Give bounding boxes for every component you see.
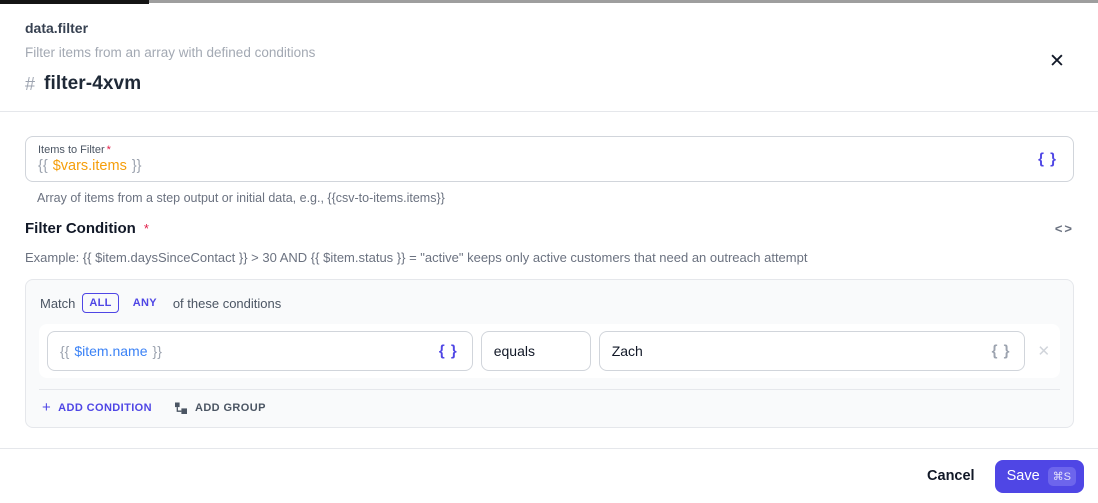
- expression-picker-icon[interactable]: { }: [1034, 151, 1061, 168]
- add-group-button[interactable]: ADD GROUP: [174, 401, 266, 415]
- match-suffix-label: of these conditions: [172, 295, 282, 311]
- expression-open-brace: {{: [60, 343, 70, 359]
- match-any-toggle[interactable]: ANY: [126, 293, 164, 313]
- condition-value-input[interactable]: Zach { }: [598, 331, 1026, 371]
- step-name[interactable]: filter-4xvm: [44, 73, 141, 95]
- plus-icon: +: [42, 399, 52, 416]
- group-actions: + ADD CONDITION ADD GROUP: [39, 400, 1060, 415]
- cancel-button[interactable]: Cancel: [927, 468, 975, 484]
- panel-body: Items to Filter * {{$vars.items}} { } Arr…: [0, 112, 1098, 448]
- add-group-label: ADD GROUP: [194, 401, 266, 414]
- items-to-filter-value[interactable]: {{$vars.items}}: [38, 158, 1029, 174]
- step-config-panel: data.filter Filter items from an array w…: [0, 0, 1098, 503]
- panel-header: data.filter Filter items from an array w…: [0, 0, 1098, 112]
- condition-field-input[interactable]: {{$item.name}} { }: [47, 331, 473, 371]
- items-to-filter-helper: Array of items from a step output or ini…: [37, 191, 445, 205]
- condition-rows: {{$item.name}} { } equals Zach { } ✕: [39, 324, 1060, 378]
- group-divider: [39, 389, 1060, 390]
- condition-operator-select[interactable]: equals: [480, 331, 591, 371]
- condition-value-text: Zach: [611, 343, 643, 359]
- save-shortcut-badge: ⌘S: [1047, 466, 1076, 486]
- expression-close-brace: }}: [152, 343, 162, 359]
- step-type-label: data.filter: [25, 20, 89, 36]
- filter-condition-label: Filter Condition: [25, 220, 136, 237]
- items-to-filter-label-text: Items to Filter: [38, 144, 105, 156]
- expression-close-brace: }}: [131, 158, 142, 174]
- close-icon[interactable]: ✕: [1045, 50, 1069, 74]
- match-all-toggle[interactable]: ALL: [82, 293, 119, 313]
- match-label: Match: [40, 295, 76, 311]
- panel-footer: Cancel Save ⌘S: [0, 448, 1098, 503]
- filter-condition-example: Example: {{ $item.daysSinceContact }} > …: [25, 250, 808, 265]
- filter-condition-header: Filter Condition * <>: [25, 220, 1074, 237]
- add-condition-button[interactable]: + ADD CONDITION: [42, 400, 152, 415]
- code-view-icon[interactable]: <>: [1055, 221, 1074, 236]
- save-button-label: Save: [1006, 468, 1040, 484]
- expression-variable: $vars.items: [52, 158, 127, 174]
- condition-row: {{$item.name}} { } equals Zach { } ✕: [47, 331, 1052, 371]
- expression-picker-icon[interactable]: { }: [435, 343, 462, 360]
- match-mode-row: Match ALL ANY of these conditions: [39, 293, 1060, 313]
- step-name-row: # filter-4xvm: [25, 73, 1074, 95]
- required-asterisk: *: [143, 221, 149, 236]
- items-to-filter-field[interactable]: Items to Filter * {{$vars.items}} { }: [25, 136, 1074, 182]
- save-button[interactable]: Save ⌘S: [994, 459, 1084, 493]
- expression-picker-icon[interactable]: { }: [988, 343, 1015, 360]
- add-group-icon: [174, 401, 188, 415]
- condition-group: Match ALL ANY of these conditions {{$ite…: [25, 279, 1074, 428]
- add-condition-label: ADD CONDITION: [58, 401, 152, 414]
- required-asterisk: *: [106, 144, 111, 156]
- items-to-filter-label: Items to Filter *: [38, 144, 1029, 156]
- hash-icon: #: [25, 73, 36, 94]
- expression-open-brace: {{: [38, 158, 48, 174]
- expression-variable: $item.name: [74, 343, 148, 359]
- step-description: Filter items from an array with defined …: [25, 45, 316, 60]
- remove-condition-icon[interactable]: ✕: [1035, 342, 1052, 360]
